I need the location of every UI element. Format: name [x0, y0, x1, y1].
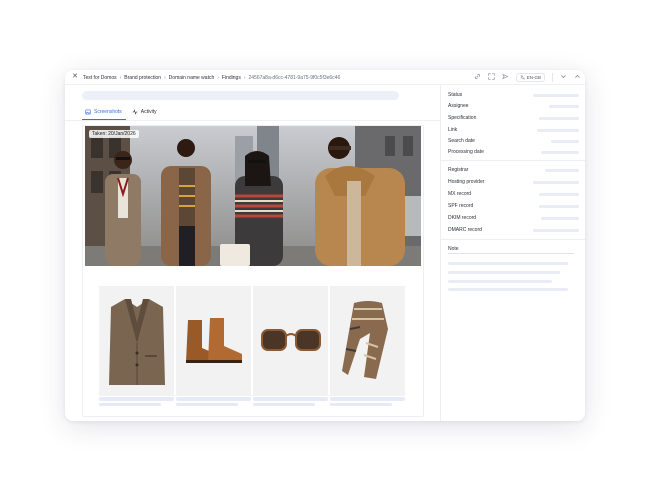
field-label: SPF record — [448, 203, 474, 209]
product-title-placeholder — [176, 397, 251, 401]
note-text-placeholder — [448, 280, 552, 283]
field-label: Hosting provider — [448, 179, 485, 185]
chevron-right-icon: › — [217, 74, 219, 81]
tab-bar: Screenshots Activity — [85, 107, 157, 117]
field-value-placeholder[interactable] — [549, 105, 579, 108]
street-style-photo[interactable]: Taken: 20/Jan/2026 — [85, 126, 421, 266]
note-text-placeholder — [448, 288, 568, 291]
product-title-placeholder — [253, 397, 328, 401]
field-value-placeholder[interactable] — [539, 205, 579, 208]
product-title-placeholder — [99, 397, 174, 401]
product-card[interactable] — [99, 286, 174, 406]
divider — [441, 239, 585, 240]
divider — [65, 120, 440, 121]
chevron-down-icon[interactable] — [560, 73, 567, 82]
close-icon[interactable]: ✕ — [71, 73, 79, 81]
breadcrumb-item[interactable]: Test for Domos — [83, 75, 117, 81]
field-label: Status — [448, 92, 463, 98]
breadcrumb-item[interactable]: Domain name watch — [169, 75, 215, 81]
language-selector[interactable]: EN-GB — [515, 73, 545, 82]
field-label: Processing date — [448, 149, 484, 155]
details-sidebar: Status Assignee Specification Link Searc… — [440, 85, 585, 421]
chevron-up-icon[interactable] — [574, 73, 581, 82]
field-label: Search date — [448, 138, 475, 144]
expand-icon[interactable] — [488, 73, 495, 82]
field-label: Link — [448, 127, 458, 133]
field-value-placeholder[interactable] — [541, 217, 579, 220]
chevron-right-icon: › — [164, 74, 166, 81]
finding-detail-window: ✕ Test for Domos › Brand protection › Do… — [65, 70, 585, 421]
tab-label: Screenshots — [94, 109, 122, 115]
field-value-placeholder[interactable] — [533, 94, 579, 97]
field-label: Assignee — [448, 103, 469, 109]
field-value-placeholder[interactable] — [539, 193, 579, 196]
breadcrumb-item[interactable]: Brand protection — [124, 75, 161, 81]
tab-activity[interactable]: Activity — [132, 107, 157, 117]
photo-illustration — [85, 126, 421, 266]
field-label: DMARC record — [448, 227, 482, 233]
note-underline — [448, 253, 574, 254]
product-grid — [99, 286, 405, 406]
product-meta-placeholder — [330, 403, 392, 406]
field-value-placeholder[interactable] — [539, 117, 579, 120]
note-label: Note — [448, 246, 459, 252]
translate-icon — [520, 75, 525, 80]
language-label: EN-GB — [526, 75, 541, 80]
share-icon[interactable] — [501, 73, 509, 82]
tab-label: Activity — [140, 109, 157, 115]
activity-icon — [132, 109, 138, 115]
image-icon — [85, 109, 91, 115]
field-value-placeholder[interactable] — [537, 129, 579, 132]
chevron-right-icon: › — [119, 74, 122, 81]
product-card[interactable] — [253, 286, 328, 406]
breadcrumb-current: 24567a8a-d6cc-4781-9a75-9f0c5f3e6c46 — [248, 74, 341, 81]
product-card[interactable] — [330, 286, 405, 406]
chevron-right-icon: › — [243, 74, 246, 81]
field-value-placeholder[interactable] — [533, 181, 579, 184]
search-bar[interactable] — [82, 91, 399, 100]
product-meta-placeholder — [99, 403, 161, 406]
product-meta-placeholder — [176, 403, 238, 406]
field-value-placeholder[interactable] — [541, 151, 579, 154]
screenshot-panel: Taken: 20/Jan/2026 — [82, 125, 424, 417]
breadcrumb-item[interactable]: Findings — [222, 75, 241, 81]
divider — [552, 73, 553, 82]
taken-timestamp: Taken: 20/Jan/2026 — [89, 130, 139, 138]
main-panel: Screenshots Activity Taken: 20/Jan/2026 — [65, 85, 440, 421]
tab-screenshots[interactable]: Screenshots — [85, 107, 122, 117]
link-icon[interactable] — [474, 73, 481, 82]
product-title-placeholder — [330, 397, 405, 401]
field-value-placeholder[interactable] — [533, 229, 579, 232]
field-label: Specification — [448, 115, 477, 121]
top-bar: ✕ Test for Domos › Brand protection › Do… — [65, 70, 585, 85]
breadcrumb: Test for Domos › Brand protection › Doma… — [83, 70, 340, 85]
product-meta-placeholder — [253, 403, 315, 406]
scarf-image — [330, 286, 405, 396]
field-label: DKIM record — [448, 215, 477, 221]
boots-image — [176, 286, 251, 396]
field-value-placeholder[interactable] — [545, 169, 579, 172]
note-text-placeholder — [448, 271, 560, 274]
note-text-placeholder[interactable] — [448, 262, 568, 265]
blazer-image — [99, 286, 174, 396]
field-label: Registrar — [448, 167, 469, 173]
product-card[interactable] — [176, 286, 251, 406]
sunglasses-image — [253, 286, 328, 396]
field-value-placeholder[interactable] — [551, 140, 579, 143]
toolbar: EN-GB — [474, 70, 581, 85]
field-label: MX record — [448, 191, 472, 197]
divider — [441, 160, 585, 161]
